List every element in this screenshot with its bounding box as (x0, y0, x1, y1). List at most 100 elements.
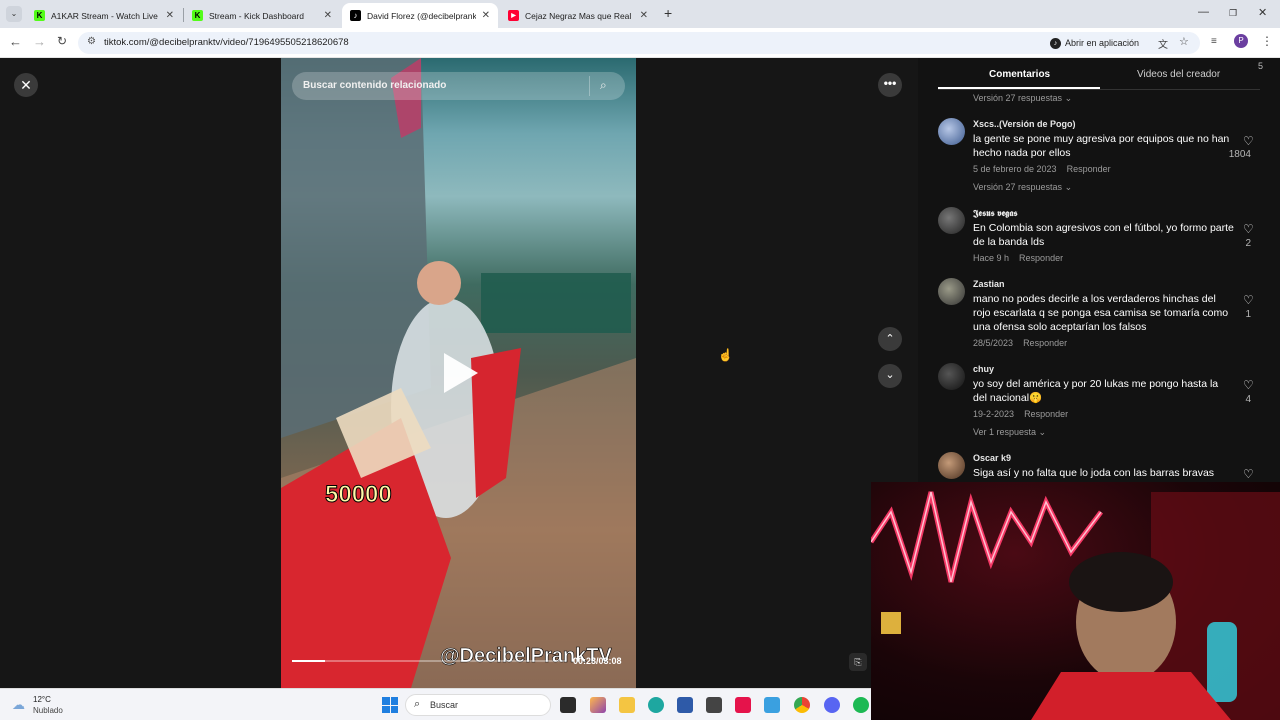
comment-text: yo soy del américa y por 20 lukas me pon… (973, 378, 1219, 404)
heart-icon[interactable]: ♡ (1243, 293, 1254, 307)
webcam-feed (871, 491, 1280, 720)
avatar[interactable] (938, 207, 965, 234)
webcam-overlay (871, 482, 1280, 720)
view-replies-link[interactable]: Versión 27 respuestas ⌄ (973, 93, 1072, 104)
video-time: 00:23/03:08 (573, 656, 622, 666)
report-icon[interactable]: ⎘ (849, 653, 867, 671)
file-explorer-icon[interactable] (619, 697, 635, 713)
comment-meta: 28/5/2023 Responder (973, 338, 1068, 348)
heart-icon[interactable]: ♡ (1243, 134, 1254, 148)
forward-icon[interactable]: → (33, 34, 46, 49)
heart-icon[interactable]: ♡ (1243, 467, 1254, 481)
comment-user[interactable]: Oscar k9 (973, 453, 1011, 463)
reply-link[interactable]: Responder (1024, 409, 1068, 419)
kick-icon: K (34, 10, 45, 21)
avatar[interactable] (938, 278, 965, 305)
like-count: 2 (1245, 238, 1251, 249)
search-icon: ⌕ (414, 698, 421, 710)
tab-kick-dashboard[interactable]: K Stream - Kick Dashboard ✕ (184, 3, 340, 28)
comment-text: Siga así y no falta que lo joda con las … (973, 467, 1215, 479)
profile-avatar[interactable]: P (1234, 34, 1248, 48)
close-video-button[interactable]: ✕ (14, 73, 38, 97)
new-tab-button[interactable]: + (664, 5, 672, 21)
bookmark-star-icon[interactable]: ☆ (1179, 35, 1189, 48)
comment-user[interactable]: Xscs..(Versión de Pogo) (973, 119, 1076, 129)
menu-icon[interactable]: ⋮ (1261, 34, 1273, 48)
more-options-button[interactable]: ••• (878, 73, 902, 97)
comment-meta: Hace 9 h Responder (973, 253, 1064, 263)
address-bar[interactable]: ⚙ tiktok.com/@decibelpranktv/video/71964… (78, 32, 1200, 54)
close-icon[interactable]: ✕ (482, 10, 490, 21)
site-info-icon[interactable]: ⚙ (87, 36, 96, 47)
weather-text[interactable]: Nublado (33, 706, 63, 715)
tab-search-icon[interactable]: ⌄ (6, 6, 22, 22)
weather-icon: ☁ (12, 697, 25, 712)
next-video-button[interactable]: ⌄ (878, 364, 902, 388)
reload-icon[interactable]: ↻ (57, 34, 67, 48)
comment-text: la gente se pone muy agresiva por equipo… (973, 133, 1230, 159)
chrome-icon[interactable] (794, 697, 810, 713)
reading-list-icon[interactable]: ≡ (1211, 36, 1217, 47)
taskbar-search-input[interactable]: ⌕ Buscar (405, 694, 551, 716)
related-search-input[interactable]: Buscar contenido relacionado ⌕ (292, 72, 625, 100)
app-icon[interactable] (764, 697, 780, 713)
store-icon[interactable] (677, 697, 693, 713)
video-player[interactable]: 50000 @DecibelPrankTV 00:23/03:08 (281, 58, 636, 688)
avatar[interactable] (938, 452, 965, 479)
window-close-button[interactable]: ✕ (1258, 6, 1267, 19)
tab-comments[interactable]: Comentarios (989, 69, 1050, 80)
tab-youtube[interactable]: ▶ Cejaz Negraz Mas que Real rolli ✕ (500, 3, 656, 28)
like-count: 1 (1245, 309, 1251, 320)
weather-temp[interactable]: 12°C (33, 695, 51, 704)
close-icon[interactable]: ✕ (166, 10, 174, 21)
comment-meta: 5 de febrero de 2023 Responder (973, 164, 1111, 174)
close-icon[interactable]: ✕ (640, 10, 648, 21)
avatar[interactable] (938, 118, 965, 145)
translate-icon[interactable]: 文 (1158, 36, 1168, 51)
discord-icon[interactable] (824, 697, 840, 713)
windows-start-icon[interactable] (382, 697, 398, 713)
minimize-button[interactable]: — (1198, 6, 1209, 18)
comment-text: mano no podes decirle a los verdaderos h… (973, 293, 1229, 333)
copilot-icon[interactable] (590, 697, 606, 713)
comment-text: En Colombia son agresivos con el fútbol,… (973, 222, 1234, 248)
reply-link[interactable]: Responder (1023, 338, 1067, 348)
view-replies-link[interactable]: Versión 27 respuestas ⌄ (973, 182, 1072, 193)
comment-user[interactable]: chuy (973, 364, 994, 374)
cursor-icon: ☝ (718, 348, 733, 362)
url-text: tiktok.com/@decibelpranktv/video/7196495… (104, 37, 349, 48)
tiktok-icon: ♪ (1050, 37, 1061, 49)
tiktok-studio-icon[interactable] (735, 697, 751, 713)
search-icon[interactable]: ⌕ (600, 78, 607, 93)
restore-button[interactable]: ❐ (1229, 8, 1237, 19)
close-icon[interactable]: ✕ (324, 10, 332, 21)
comments-panel: Comentarios Videos del creador 5 Versión… (918, 58, 1280, 482)
open-in-app-button[interactable]: ♪ Abrir en aplicación (1050, 36, 1139, 50)
tab-creator-videos[interactable]: Videos del creador (1137, 69, 1220, 80)
progress-bar[interactable] (292, 660, 566, 662)
tab-kick-stream[interactable]: K A1KAR Stream - Watch Live on ✕ (26, 3, 182, 28)
kick-icon: K (192, 10, 203, 21)
heart-icon[interactable]: ♡ (1243, 378, 1254, 392)
tab-tiktok[interactable]: ♪ David Florez (@decibelpranktv ✕ (342, 3, 498, 28)
overlay-number: 50000 (325, 481, 393, 509)
reply-link[interactable]: Responder (1019, 253, 1063, 263)
tab-strip: ⌄ K A1KAR Stream - Watch Live on ✕ K Str… (0, 0, 1280, 28)
view-replies-link[interactable]: Ver 1 respuesta ⌄ (973, 427, 1046, 438)
back-icon[interactable]: ← (9, 34, 22, 49)
play-icon[interactable] (444, 353, 478, 393)
avatar[interactable] (938, 363, 965, 390)
task-view-icon[interactable] (560, 697, 576, 713)
spotify-icon[interactable] (853, 697, 869, 713)
heart-icon[interactable]: ♡ (1243, 222, 1254, 236)
comment-user[interactable]: 𝕵𝖊𝖘𝖚𝖘 𝖛𝖊𝖌𝖆𝖘 (973, 208, 1018, 219)
edge-icon[interactable] (648, 697, 664, 713)
reply-link[interactable]: Responder (1067, 164, 1111, 174)
app-icon[interactable] (706, 697, 722, 713)
like-count: 5 (1258, 61, 1264, 71)
browser-toolbar: ← → ↻ ⚙ tiktok.com/@decibelpranktv/video… (0, 28, 1280, 58)
windows-taskbar: ☁ 12°C Nublado ⌕ Buscar (0, 688, 871, 720)
comment-user[interactable]: Zastian (973, 279, 1005, 289)
previous-video-button[interactable]: ⌃ (878, 327, 902, 351)
like-count: 4 (1245, 394, 1251, 405)
